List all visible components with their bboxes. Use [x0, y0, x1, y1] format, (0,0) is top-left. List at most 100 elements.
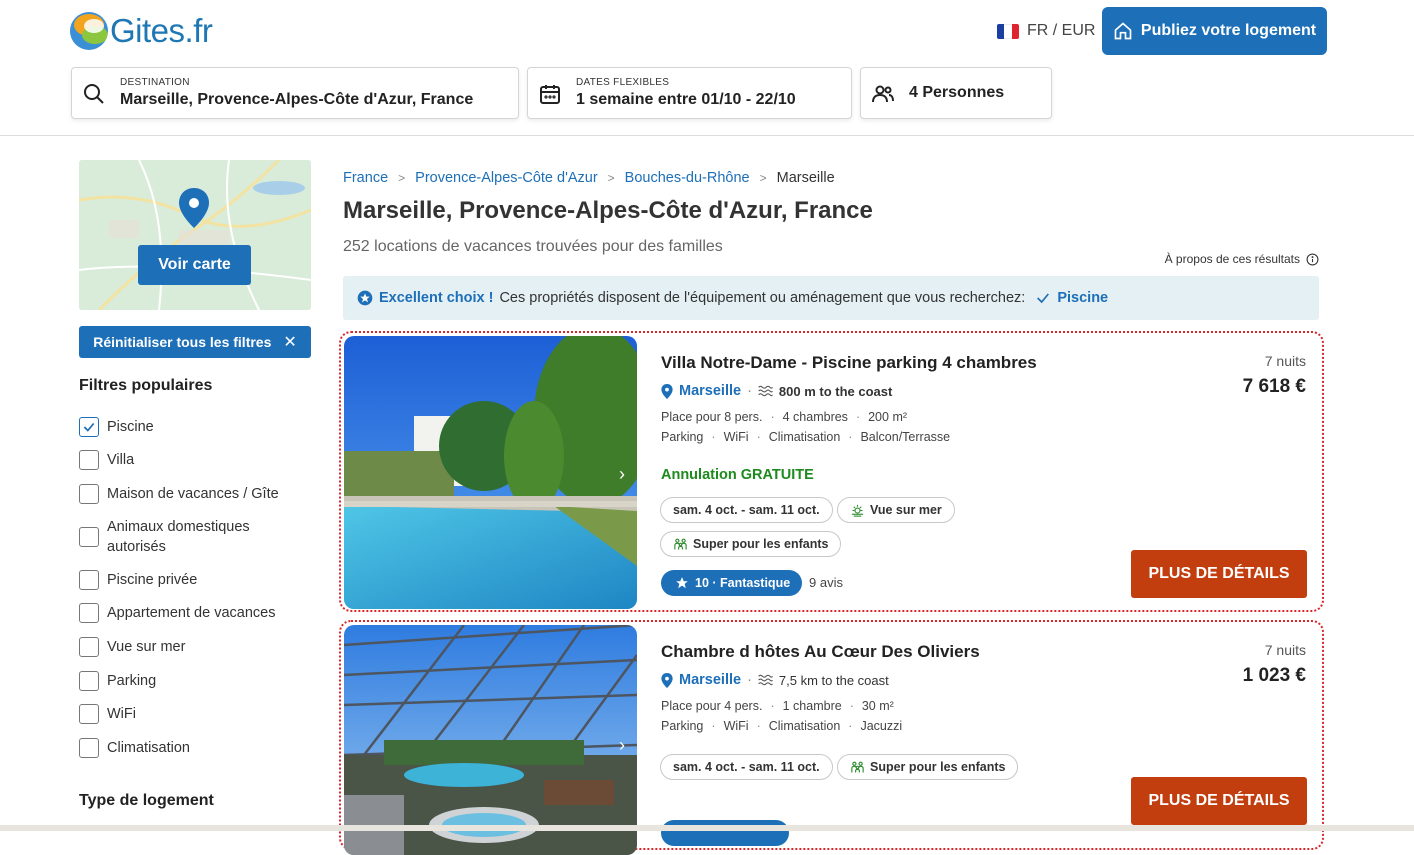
listing-price: 7 618 €: [1242, 376, 1306, 397]
listing-card[interactable]: › Chambre d hôtes Au Cœur Des Oliviers 7…: [339, 620, 1324, 855]
filter-vue-sur-mer[interactable]: Vue sur mer: [79, 637, 185, 657]
filter-animaux[interactable]: Animaux domestiques autorisés: [79, 517, 279, 557]
filter-wifi[interactable]: WiFi: [79, 704, 136, 724]
listing-coast-distance: 7,5 km to the coast: [778, 672, 889, 688]
checkbox[interactable]: [79, 484, 99, 504]
filter-label: Piscine: [107, 419, 154, 435]
listing-title[interactable]: Villa Notre-Dame - Piscine parking 4 cha…: [661, 353, 1037, 373]
breadcrumb-link[interactable]: France: [343, 170, 388, 186]
guests-value[interactable]: 4 Personnes: [909, 84, 1004, 102]
filter-maison-de-vacances[interactable]: Maison de vacances / Gîte: [79, 484, 279, 504]
reviews-count[interactable]: 9 avis: [809, 575, 843, 590]
checkbox[interactable]: [79, 570, 99, 590]
dates-pill: sam. 4 oct. - sam. 11 oct.: [660, 497, 833, 523]
checkbox[interactable]: [79, 671, 99, 691]
filter-label: Appartement de vacances: [107, 605, 276, 621]
listing-city[interactable]: Marseille: [679, 383, 741, 399]
chevron-right-icon[interactable]: ›: [619, 464, 631, 484]
capacity: Place pour 8 pers.: [661, 410, 763, 424]
about-results-label: À propos de ces résultats: [1164, 252, 1300, 266]
separator-dot: ·: [756, 719, 761, 733]
listing-amenities: Parking · WiFi · Climatisation · Jacuzzi: [661, 719, 902, 733]
home-icon: [1114, 22, 1132, 40]
dates-field[interactable]: DATES FLEXIBLES 1 semaine entre 01/10 - …: [527, 67, 852, 119]
filter-villa[interactable]: Villa: [79, 450, 134, 470]
free-cancellation-label: Annulation GRATUITE: [661, 467, 814, 483]
people-icon: [872, 85, 894, 103]
checkbox-checked[interactable]: [79, 417, 99, 437]
about-results-link[interactable]: À propos de ces résultats: [1165, 252, 1319, 266]
amenity: Parking: [661, 430, 704, 444]
chevron-right-icon[interactable]: ›: [619, 735, 631, 755]
checkbox[interactable]: [79, 527, 99, 547]
family-friendly-pill: Super pour les enfants: [660, 531, 842, 557]
calendar-icon: [540, 85, 560, 104]
filter-parking[interactable]: Parking: [79, 671, 156, 691]
check-icon: [83, 422, 95, 432]
filter-label: Animaux domestiques autorisés: [107, 519, 250, 555]
destination-value[interactable]: Marseille, Provence-Alpes-Côte d'Azur, F…: [120, 91, 473, 109]
checkbox[interactable]: [79, 603, 99, 623]
surface: 200 m²: [868, 410, 908, 424]
star-badge-icon: [357, 290, 373, 306]
dates-pill-label: sam. 4 oct. - sam. 11 oct.: [673, 503, 820, 517]
checkbox[interactable]: [79, 738, 99, 758]
checkbox[interactable]: [79, 450, 99, 470]
pool-villa-image: [344, 336, 637, 609]
separator-dot: ·: [747, 383, 752, 399]
more-details-button[interactable]: PLUS DE DÉTAILS: [1131, 777, 1307, 825]
publish-listing-button[interactable]: Publiez votre logement: [1102, 7, 1327, 55]
listing-capacity: Place pour 8 pers. · 4 chambres · 200 m²: [661, 410, 907, 424]
sea-view-label: Vue sur mer: [870, 503, 942, 517]
filter-label: Piscine privée: [107, 572, 198, 588]
listing-nights: 7 nuits: [1264, 353, 1306, 369]
map-preview[interactable]: Voir carte: [79, 160, 311, 310]
listing-photo[interactable]: ›: [344, 625, 637, 855]
separator-dot: ·: [711, 430, 716, 444]
checkbox[interactable]: [79, 637, 99, 657]
family-friendly-pill: Super pour les enfants: [837, 754, 1019, 780]
more-details-button[interactable]: PLUS DE DÉTAILS: [1131, 550, 1307, 598]
separator-dot: ·: [849, 699, 854, 713]
separator-dot: ·: [711, 719, 716, 733]
dates-value[interactable]: 1 semaine entre 01/10 - 22/10: [576, 91, 796, 109]
breadcrumb-current: Marseille: [776, 170, 835, 186]
breadcrumb-link[interactable]: Bouches-du-Rhône: [625, 170, 750, 186]
separator-dot: ·: [747, 672, 752, 688]
site-logo[interactable]: Gites.fr: [70, 11, 213, 51]
info-icon: [1306, 253, 1319, 265]
listing-title[interactable]: Chambre d hôtes Au Cœur Des Oliviers: [661, 642, 980, 662]
listing-location: Marseille · 800 m to the coast: [661, 383, 892, 399]
listing-city[interactable]: Marseille: [679, 672, 741, 688]
filter-appartement[interactable]: Appartement de vacances: [79, 603, 275, 623]
destination-caption: DESTINATION: [120, 77, 190, 88]
separator-dot: ·: [770, 410, 775, 424]
family-icon: [674, 538, 687, 549]
filter-piscine-privee[interactable]: Piscine privée: [79, 570, 197, 590]
guests-field[interactable]: 4 Personnes: [860, 67, 1052, 119]
language-currency-selector[interactable]: FR / EUR: [997, 22, 1095, 40]
publish-listing-label: Publiez votre logement: [1140, 22, 1317, 39]
destination-field[interactable]: DESTINATION Marseille, Provence-Alpes-Cô…: [71, 67, 519, 119]
chevron-right-icon: >: [607, 171, 615, 185]
family-friendly-label: Super pour les enfants: [693, 537, 829, 551]
view-map-button[interactable]: Voir carte: [138, 245, 251, 285]
filter-label: WiFi: [107, 706, 136, 722]
rating-badge: [661, 820, 789, 846]
listing-photo[interactable]: ›: [344, 336, 637, 609]
amenity: Climatisation: [768, 430, 841, 444]
listing-card[interactable]: › Villa Notre-Dame - Piscine parking 4 c…: [339, 331, 1324, 612]
listing-amenities: Parking · WiFi · Climatisation · Balcon/Ter…: [661, 430, 950, 444]
breadcrumb-link[interactable]: Provence-Alpes-Côte d'Azur: [415, 170, 598, 186]
map-background: [79, 160, 311, 310]
filter-climatisation[interactable]: Climatisation: [79, 738, 190, 758]
filter-piscine[interactable]: Piscine: [79, 417, 154, 437]
reset-filters-button[interactable]: Réinitialiser tous les filtres ✕: [79, 326, 311, 358]
separator-dot: ·: [848, 719, 853, 733]
listing-price: 1 023 €: [1242, 665, 1306, 686]
filter-label: Parking: [107, 673, 157, 689]
listing-location: Marseille · 7,5 km to the coast: [661, 672, 889, 688]
checkbox[interactable]: [79, 704, 99, 724]
filter-label: Climatisation: [107, 740, 190, 756]
sea-view-pill: Vue sur mer: [837, 497, 955, 523]
